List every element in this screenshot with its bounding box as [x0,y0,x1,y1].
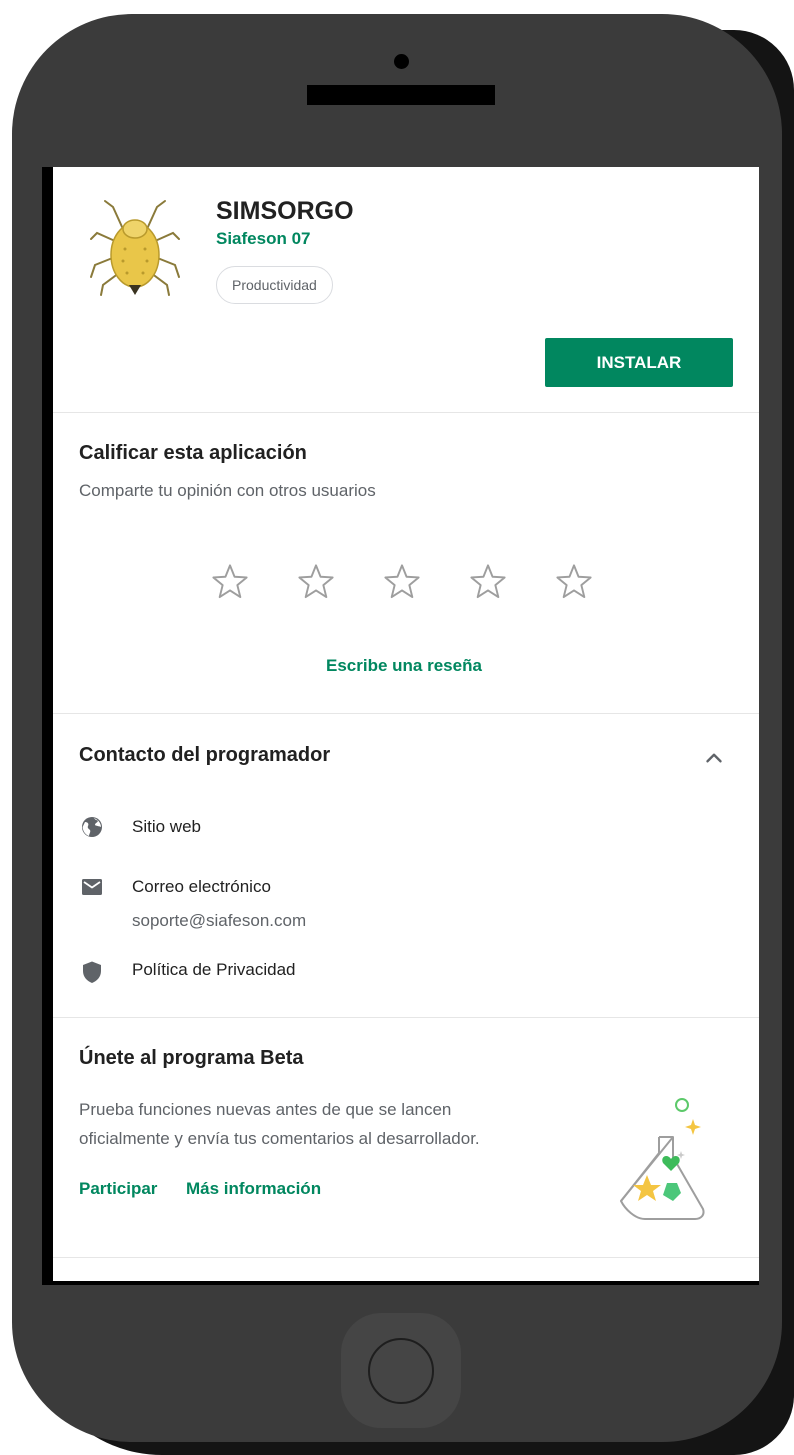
phone-screen: SIMSORGO Siafeson 07 Productividad INSTA… [42,167,759,1285]
category-chip[interactable]: Productividad [216,266,333,304]
rating-subtitle: Comparte tu opinión con otros usuarios [79,481,376,500]
join-beta-link[interactable]: Participar [79,1179,157,1199]
divider [53,412,759,413]
beta-flask-illustration [620,1098,705,1220]
app-title: SIMSORGO [216,197,354,225]
divider [53,1257,759,1258]
beta-description-line1: Prueba funciones nuevas antes de que se … [79,1100,452,1119]
star-5-icon[interactable] [553,561,595,603]
beta-description-line2: oficialmente y envía tus comentarios al … [79,1129,480,1148]
chevron-up-icon[interactable] [701,745,727,771]
website-link[interactable]: Sitio web [132,817,201,837]
install-button[interactable]: INSTALAR [545,338,733,387]
more-info-link[interactable]: Más información [186,1179,321,1199]
privacy-policy-link[interactable]: Política de Privacidad [132,960,295,980]
app-details-page: SIMSORGO Siafeson 07 Productividad INSTA… [53,167,759,1281]
globe-icon [82,817,102,837]
star-2-icon[interactable] [295,561,337,603]
home-button[interactable] [341,1313,461,1428]
shield-icon [83,961,101,983]
star-4-icon[interactable] [467,561,509,603]
divider [53,713,759,714]
contact-section-title: Contacto del programador [79,744,331,766]
front-camera [394,54,409,69]
star-3-icon[interactable] [381,561,423,603]
email-icon [82,879,102,895]
developer-link[interactable]: Siafeson 07 [216,229,311,249]
divider [53,1017,759,1018]
email-address[interactable]: soporte@siafeson.com [132,911,306,931]
email-label[interactable]: Correo electrónico [132,877,271,897]
rating-section-title: Calificar esta aplicación [79,442,307,464]
home-button-ring [368,1338,434,1404]
beta-section-title: Únete al programa Beta [79,1047,304,1069]
star-1-icon[interactable] [209,561,251,603]
write-review-link[interactable]: Escribe una reseña [326,656,482,676]
app-icon [90,200,180,296]
earpiece-speaker [307,85,495,105]
